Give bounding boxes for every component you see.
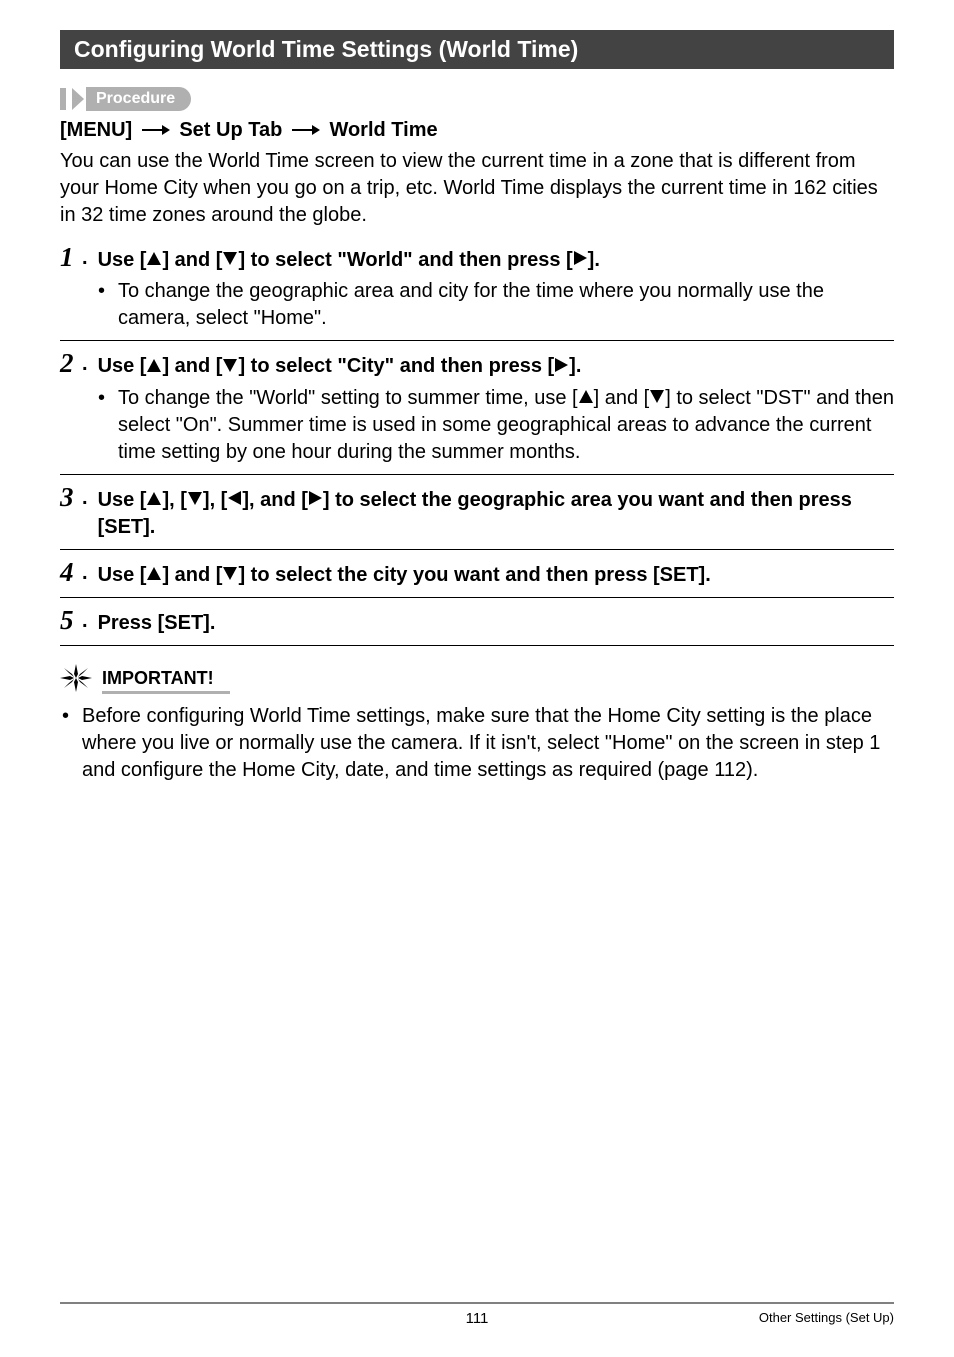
step-5: 5. Press [SET]. — [60, 606, 894, 646]
procedure-pill: Procedure — [86, 87, 191, 111]
bullet-dot: • — [98, 385, 108, 412]
procedure-label-row: Procedure — [60, 87, 894, 111]
important-label: IMPORTANT! — [102, 668, 230, 694]
text-fragment: ] to select "City" and then press [ — [238, 355, 554, 377]
bullet-text: To change the geographic area and city f… — [118, 278, 894, 332]
step-text: Use [], [], [], and [] to select the geo… — [98, 483, 894, 541]
step-number: 3 — [60, 483, 82, 513]
step-bullet: • To change the geographic area and city… — [98, 278, 894, 332]
step-text: Use [ ] and [ ] to select "City" and then … — [98, 349, 582, 380]
starburst-icon — [60, 664, 92, 697]
triangle-right-icon — [573, 247, 588, 274]
text-fragment: Use [ — [98, 249, 147, 271]
arrow-right-icon — [292, 119, 320, 142]
arrow-right-icon — [142, 119, 170, 142]
bullet-text: To change the "World" setting to summer … — [118, 385, 894, 466]
step-number: 2 — [60, 349, 82, 379]
text-fragment: ] and [ — [162, 564, 222, 586]
text-fragment: Use [ — [98, 489, 147, 511]
triangle-up-icon — [146, 247, 162, 274]
triangle-up-icon — [578, 385, 594, 412]
step-dot: . — [82, 243, 88, 273]
menu-path-part: [MENU] — [60, 119, 132, 141]
important-bullet: • Before configuring World Time settings… — [60, 703, 894, 784]
step-number: 5 — [60, 606, 82, 636]
text-fragment: ] and [ — [162, 249, 222, 271]
triangle-down-icon — [222, 354, 238, 381]
step-dot: . — [82, 349, 88, 379]
step-dot: . — [82, 558, 88, 588]
text-fragment: ], and [ — [242, 489, 308, 511]
text-fragment: ] and [ — [594, 387, 650, 409]
procedure-bar-decoration — [60, 88, 66, 110]
text-fragment: ], [ — [162, 489, 186, 511]
section-header: Configuring World Time Settings (World T… — [60, 30, 894, 69]
menu-path: [MENU] Set Up Tab World Time — [60, 119, 894, 142]
step-text: Use [ ] and [ ] to select "World" and then… — [98, 243, 600, 274]
step-number: 4 — [60, 558, 82, 588]
text-fragment: ], [ — [203, 489, 227, 511]
triangle-left-icon — [227, 487, 242, 514]
text-fragment: ]. — [588, 249, 600, 271]
triangle-up-icon — [146, 562, 162, 589]
step-dot: . — [82, 606, 88, 636]
page-number: 111 — [466, 1310, 489, 1327]
page-footer: 111 Other Settings (Set Up) — [60, 1302, 894, 1327]
triangle-up-icon — [146, 354, 162, 381]
triangle-right-icon — [308, 487, 323, 514]
bullet-dot: • — [98, 278, 108, 305]
step-4: 4. Use [ ] and [ ] to select the city you … — [60, 558, 894, 598]
text-fragment: To change the "World" setting to summer … — [118, 387, 578, 409]
procedure-arrow-icon — [72, 88, 86, 110]
text-fragment: ] and [ — [162, 355, 222, 377]
text-fragment: ]. — [569, 355, 581, 377]
intro-text: You can use the World Time screen to vie… — [60, 148, 894, 229]
text-fragment: ] to select the city you want and then p… — [238, 564, 710, 586]
menu-path-part: Set Up Tab — [179, 119, 282, 141]
triangle-down-icon — [222, 562, 238, 589]
menu-path-part: World Time — [329, 119, 437, 141]
step-text: Use [ ] and [ ] to select the city you wan… — [98, 558, 711, 589]
triangle-down-icon — [222, 247, 238, 274]
step-number: 1 — [60, 243, 82, 273]
step-3: 3. Use [], [], [], and [] to select the … — [60, 483, 894, 550]
text-fragment: Use [ — [98, 564, 147, 586]
step-bullet: • To change the "World" setting to summe… — [98, 385, 894, 466]
triangle-down-icon — [649, 385, 665, 412]
step-text: Press [SET]. — [98, 606, 216, 637]
bullet-dot: • — [62, 703, 72, 730]
step-2: 2. Use [ ] and [ ] to select "City" and th… — [60, 349, 894, 474]
triangle-up-icon — [146, 487, 162, 514]
triangle-down-icon — [187, 487, 203, 514]
important-text: Before configuring World Time settings, … — [82, 703, 894, 784]
step-1: 1. Use [ ] and [ ] to select "World" and t… — [60, 243, 894, 341]
triangle-right-icon — [554, 354, 569, 381]
footer-section-label: Other Settings (Set Up) — [759, 1310, 894, 1325]
important-header: IMPORTANT! — [60, 664, 894, 697]
step-dot: . — [82, 483, 88, 513]
text-fragment: ] to select "World" and then press [ — [238, 249, 572, 271]
text-fragment: Use [ — [98, 355, 147, 377]
